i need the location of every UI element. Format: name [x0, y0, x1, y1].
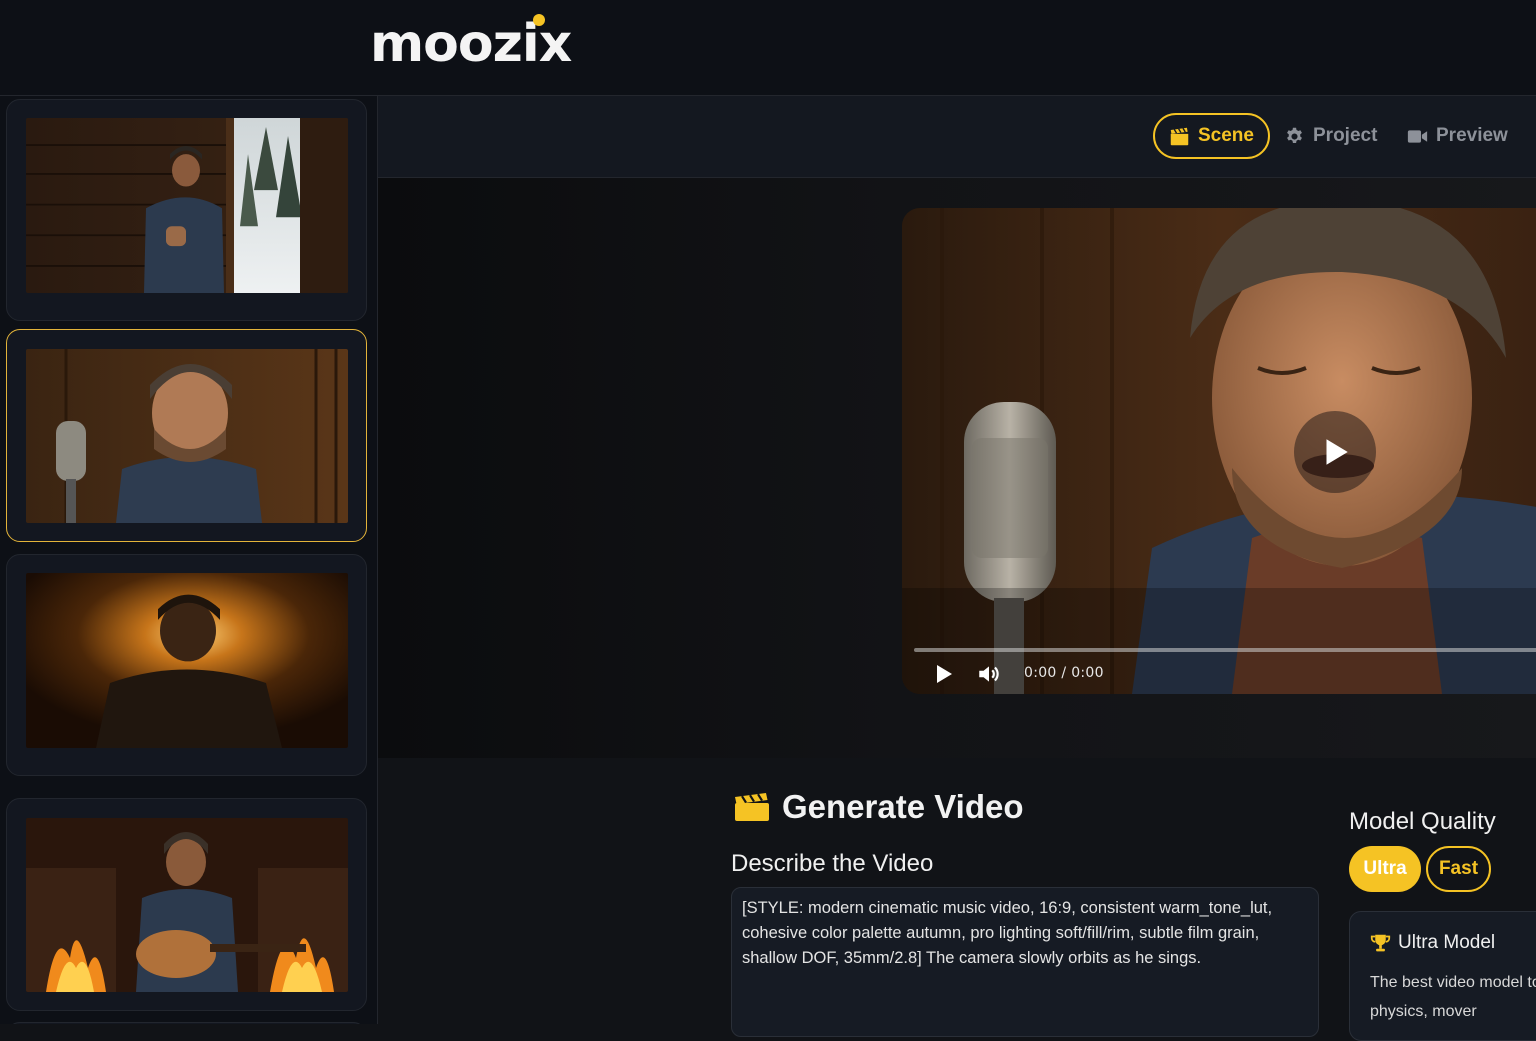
generate-panel: Generate Video Describe the Video [STYLE… — [378, 758, 1536, 1041]
tab-project[interactable]: Project — [1284, 113, 1377, 159]
logo-dot — [533, 14, 545, 26]
video-player[interactable]: 0:00 / 0:00 — [902, 208, 1536, 694]
video-progress-bar[interactable] — [914, 648, 1536, 652]
volume-icon[interactable] — [976, 661, 1002, 687]
play-icon[interactable] — [932, 662, 956, 686]
video-prompt-input[interactable]: [STYLE: modern cinematic music video, 16… — [731, 887, 1319, 1037]
generate-title: Generate Video — [734, 788, 1024, 826]
top-bar: moozix — [0, 0, 1536, 96]
model-info-title: Ultra Model — [1370, 932, 1495, 954]
scene-sidebar — [0, 96, 378, 1024]
model-info-text: The best video model to sense of physics… — [1370, 974, 1536, 1020]
time-display: 0:00 / 0:00 — [1024, 665, 1104, 681]
preview-stage: 0:00 / 0:00 — [378, 178, 1536, 758]
scene-thumbnail-3 — [26, 573, 348, 748]
tab-preview[interactable]: Preview — [1407, 113, 1508, 159]
tab-scene[interactable]: Scene — [1153, 113, 1270, 159]
big-play-button[interactable] — [1294, 411, 1376, 493]
scene-card-2[interactable] — [6, 329, 367, 542]
ultra-quality-button[interactable]: Ultra — [1349, 846, 1421, 892]
model-quality-label: Model Quality — [1349, 808, 1496, 835]
scene-thumbnail-2 — [26, 349, 348, 523]
describe-label: Describe the Video — [731, 850, 934, 877]
scene-thumbnail-1 — [26, 118, 348, 293]
gear-icon — [1287, 127, 1302, 143]
fast-quality-button[interactable]: Fast — [1426, 846, 1491, 892]
play-icon — [1326, 439, 1348, 465]
scene-card-1[interactable] — [6, 99, 367, 321]
app-logo[interactable]: moozix — [370, 14, 572, 74]
clapperboard-icon — [735, 793, 769, 821]
main-toolbar: Scene Project Preview — [378, 96, 1536, 178]
video-frame — [902, 208, 1536, 694]
trophy-icon — [1370, 934, 1391, 951]
scene-card-4[interactable] — [6, 798, 367, 1011]
model-info-card: Ultra Model The best video model to sens… — [1349, 911, 1536, 1041]
clapperboard-icon — [1170, 127, 1189, 145]
scene-card-3[interactable] — [6, 554, 367, 776]
video-camera-icon — [1407, 129, 1428, 143]
scene-thumbnail-4 — [26, 818, 348, 992]
